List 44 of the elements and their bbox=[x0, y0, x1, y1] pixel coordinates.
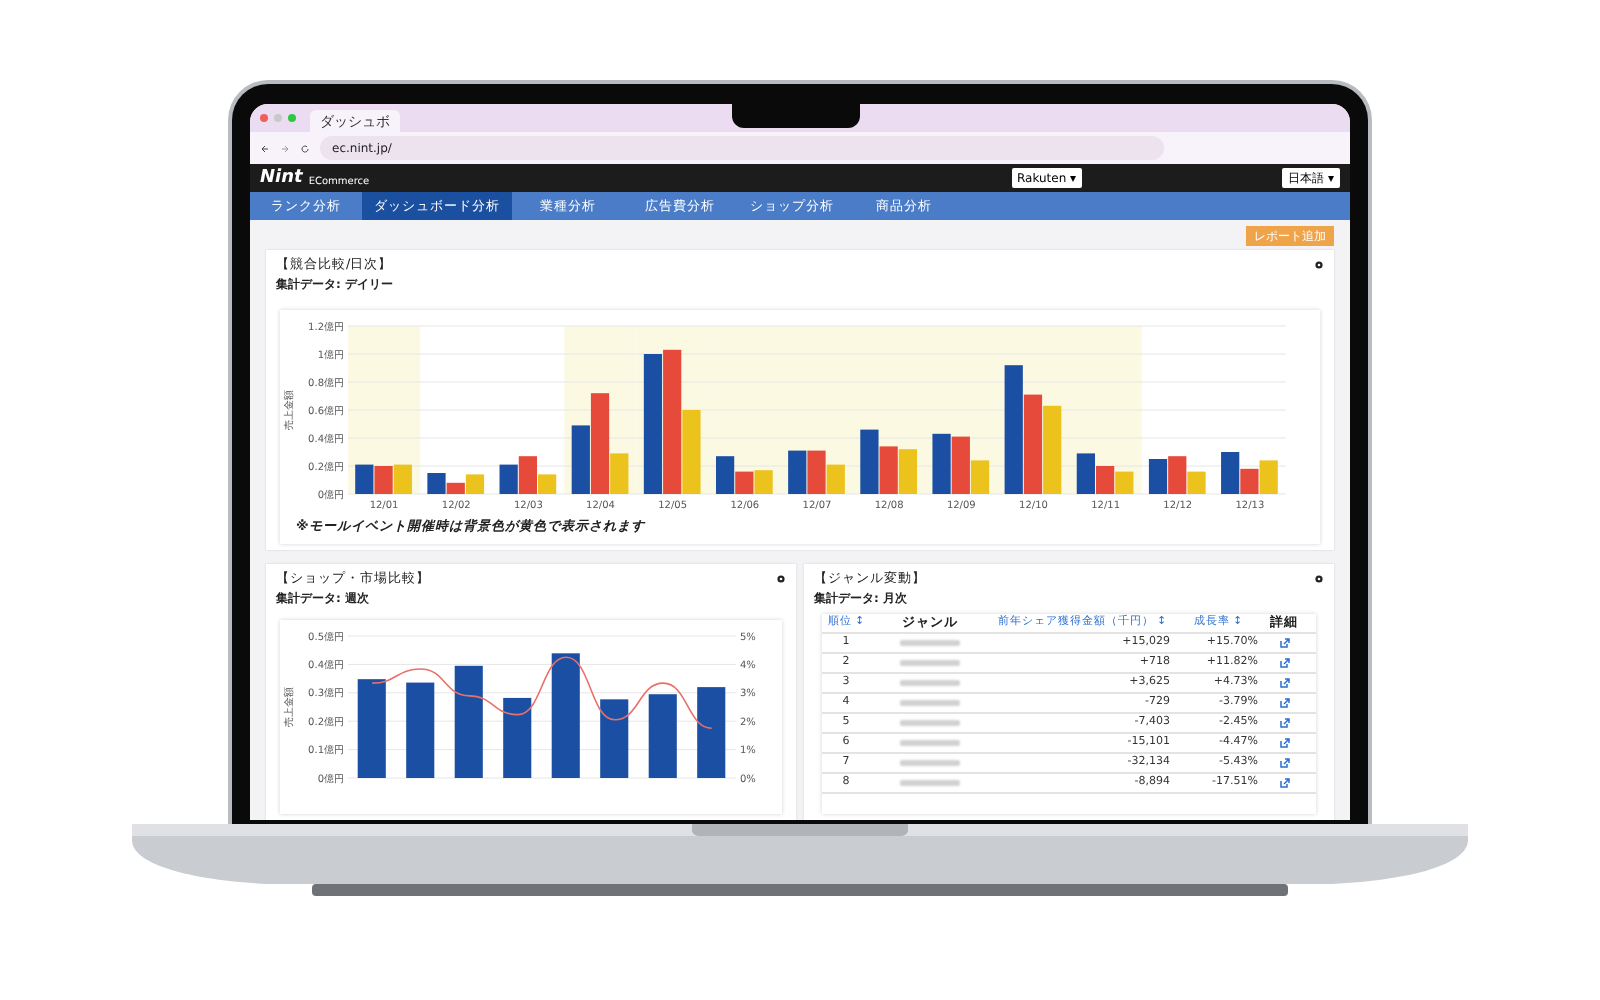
external-link-icon[interactable] bbox=[1279, 698, 1289, 708]
chart-bar bbox=[503, 697, 532, 778]
settings-icon[interactable] bbox=[776, 574, 786, 584]
external-link-icon[interactable] bbox=[1279, 778, 1289, 788]
external-link-icon[interactable] bbox=[1279, 638, 1289, 648]
reload-icon[interactable] bbox=[300, 143, 310, 153]
chart-bar bbox=[355, 464, 374, 494]
chart-bar bbox=[697, 687, 726, 778]
external-link-icon[interactable] bbox=[1279, 658, 1289, 668]
forward-icon[interactable] bbox=[280, 143, 290, 153]
blurred-text bbox=[900, 680, 960, 686]
camera-notch bbox=[732, 100, 860, 128]
settings-icon[interactable] bbox=[1314, 574, 1324, 584]
chart-bar bbox=[860, 429, 879, 494]
external-link-icon[interactable] bbox=[1279, 678, 1289, 688]
blurred-text bbox=[900, 780, 960, 786]
settings-icon[interactable] bbox=[1314, 260, 1324, 270]
chart-bar bbox=[754, 470, 773, 494]
blurred-text bbox=[900, 760, 960, 766]
back-icon[interactable] bbox=[260, 143, 270, 153]
close-window-icon[interactable] bbox=[260, 114, 268, 122]
chart-bar bbox=[374, 466, 393, 494]
chart-bar bbox=[1043, 405, 1062, 494]
external-link-icon[interactable] bbox=[1279, 718, 1289, 728]
chart-bar bbox=[499, 464, 518, 494]
chart-bar bbox=[788, 450, 807, 494]
chart-bar bbox=[600, 699, 629, 778]
chart-bar bbox=[648, 694, 677, 778]
blurred-text bbox=[900, 700, 960, 706]
chart-bar bbox=[1115, 471, 1134, 494]
chart-bar bbox=[454, 665, 483, 778]
blurred-text bbox=[900, 640, 960, 646]
chart-bar bbox=[932, 433, 951, 494]
external-link-icon[interactable] bbox=[1279, 738, 1289, 748]
logo: Nint bbox=[260, 168, 303, 188]
chart-bar bbox=[357, 679, 386, 778]
blurred-text bbox=[900, 660, 960, 666]
chart-bar bbox=[406, 682, 435, 778]
blurred-text bbox=[900, 720, 960, 726]
chart-bar bbox=[1148, 459, 1168, 494]
chart-bar bbox=[1259, 460, 1278, 494]
blurred-text bbox=[900, 740, 960, 746]
chart-bar bbox=[551, 653, 580, 778]
external-link-icon[interactable] bbox=[1279, 758, 1289, 768]
